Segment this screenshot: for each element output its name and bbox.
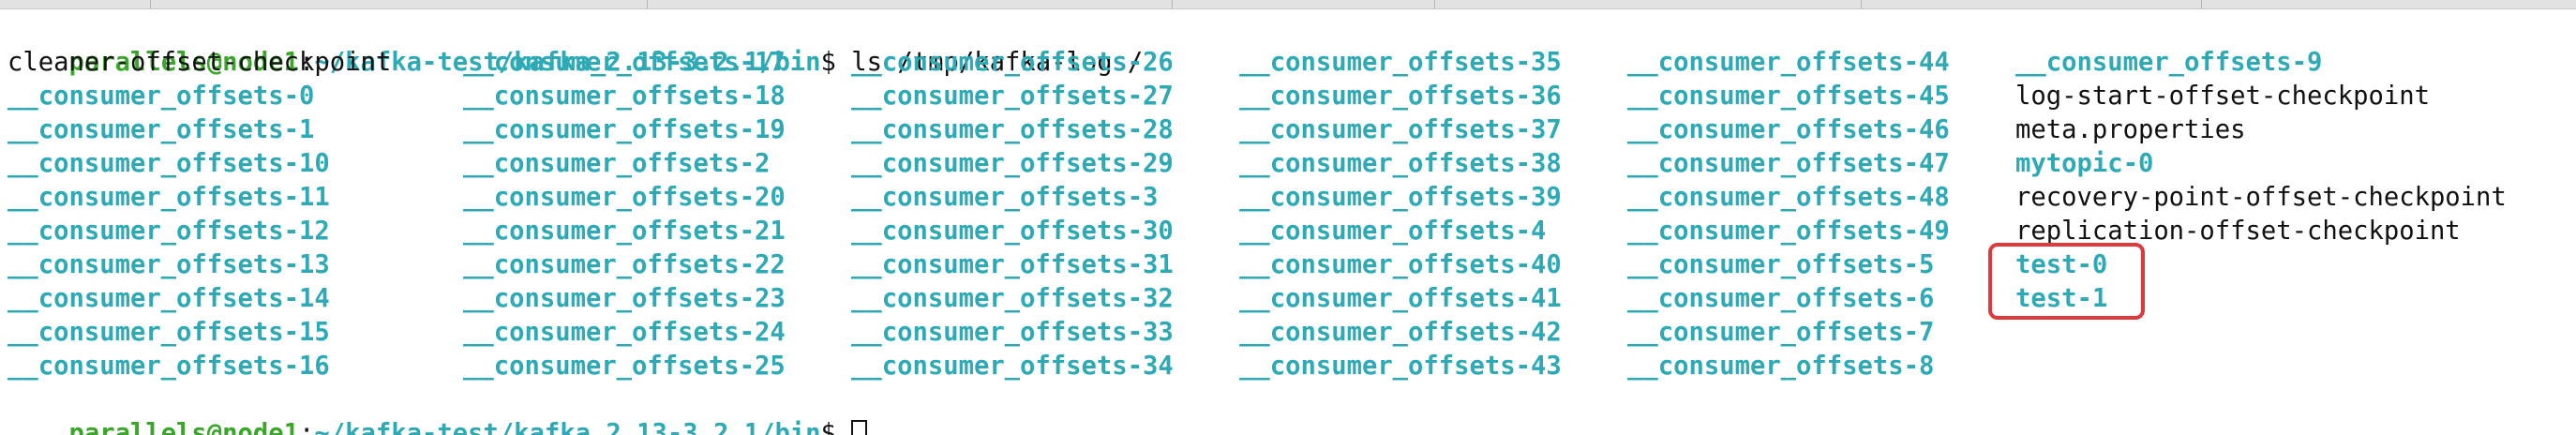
directory-entry: __consumer_offsets-36 [1239, 82, 1562, 111]
window-top-strip [0, 0, 2576, 9]
directory-entry: __consumer_offsets-15 [7, 318, 330, 347]
prompt-symbol: $ [820, 48, 852, 77]
directory-entry: __consumer_offsets-39 [1239, 183, 1562, 212]
directory-entry: __consumer_offsets-44 [1627, 48, 1950, 77]
directory-entry: __consumer_offsets-46 [1627, 115, 1950, 144]
prompt-separator: : [299, 419, 315, 435]
tab-divider [1434, 0, 1435, 8]
directory-entry: __consumer_offsets-45 [1627, 82, 1950, 111]
directory-entry: __consumer_offsets-29 [851, 149, 1174, 178]
directory-entry: __consumer_offsets-3 [851, 183, 1159, 212]
directory-entry: __consumer_offsets-11 [7, 183, 330, 212]
directory-entry: __consumer_offsets-32 [851, 284, 1174, 313]
directory-entry: __consumer_offsets-7 [1627, 318, 1935, 347]
directory-entry: __consumer_offsets-42 [1239, 318, 1562, 347]
directory-entry: __consumer_offsets-41 [1239, 284, 1562, 313]
directory-entry: mytopic-0 [2015, 149, 2154, 178]
directory-entry: __consumer_offsets-43 [1239, 352, 1562, 381]
directory-entry: __consumer_offsets-28 [851, 115, 1174, 144]
prompt-symbol: $ [820, 419, 852, 435]
directory-entry: __consumer_offsets-23 [463, 284, 786, 313]
directory-entry: __consumer_offsets-26 [851, 48, 1174, 77]
prompt-path: ~/kafka-test/kafka_2.13-3.2.1/bin [314, 419, 821, 435]
tab-divider [2201, 0, 2202, 8]
directory-entry: __consumer_offsets-30 [851, 217, 1174, 246]
directory-entry: __consumer_offsets-10 [7, 149, 330, 178]
directory-entry: __consumer_offsets-1 [7, 115, 315, 144]
directory-entry: __consumer_offsets-6 [1627, 284, 1935, 313]
directory-entry: __consumer_offsets-24 [463, 318, 786, 347]
tab-divider [150, 0, 151, 8]
directory-entry: __consumer_offsets-47 [1627, 149, 1950, 178]
terminal-window[interactable]: parallels@node1:~/kafka-test/kafka_2.13-… [0, 0, 2576, 435]
directory-entry: __consumer_offsets-38 [1239, 149, 1562, 178]
tab-divider [1861, 0, 1862, 8]
directory-entry: __consumer_offsets-34 [851, 352, 1174, 381]
directory-entry: __consumer_offsets-17 [463, 48, 786, 77]
directory-entry: __consumer_offsets-21 [463, 217, 786, 246]
tab-divider [1172, 0, 1173, 8]
directory-entry: __consumer_offsets-31 [851, 250, 1174, 279]
file-entry: recovery-point-offset-checkpoint [2015, 183, 2507, 212]
directory-entry: __consumer_offsets-4 [1239, 217, 1547, 246]
tab-divider [647, 0, 648, 8]
directory-entry: __consumer_offsets-27 [851, 82, 1174, 111]
file-entry: meta.properties [2015, 115, 2246, 144]
current-prompt-line[interactable]: parallels@node1:~/kafka-test/kafka_2.13-… [7, 383, 868, 435]
directory-entry: __consumer_offsets-49 [1627, 217, 1950, 246]
directory-entry: __consumer_offsets-0 [7, 82, 315, 111]
directory-entry: __consumer_offsets-9 [2015, 48, 2323, 77]
file-entry: cleaner-offset-checkpoint [7, 48, 392, 77]
directory-entry: __consumer_offsets-20 [463, 183, 786, 212]
directory-entry: __consumer_offsets-25 [463, 352, 786, 381]
directory-entry: __consumer_offsets-16 [7, 352, 330, 381]
prompt-user: parallels@node1 [68, 419, 300, 435]
directory-entry: __consumer_offsets-48 [1627, 183, 1950, 212]
directory-entry: __consumer_offsets-19 [463, 115, 786, 144]
directory-entry: __consumer_offsets-12 [7, 217, 330, 246]
directory-entry: __consumer_offsets-5 [1627, 250, 1935, 279]
directory-entry: __consumer_offsets-18 [463, 82, 786, 111]
directory-entry: __consumer_offsets-35 [1239, 48, 1562, 77]
directory-entry: __consumer_offsets-14 [7, 284, 330, 313]
terminal-cursor[interactable] [851, 420, 868, 435]
directory-entry: __consumer_offsets-33 [851, 318, 1174, 347]
directory-entry: __consumer_offsets-37 [1239, 115, 1562, 144]
directory-entry: __consumer_offsets-8 [1627, 352, 1935, 381]
command-line: parallels@node1:~/kafka-test/kafka_2.13-… [7, 12, 1143, 77]
directory-entry: __consumer_offsets-2 [463, 149, 771, 178]
directory-entry: __consumer_offsets-22 [463, 250, 786, 279]
directory-entry: __consumer_offsets-40 [1239, 250, 1562, 279]
directory-entry: __consumer_offsets-13 [7, 250, 330, 279]
file-entry: log-start-offset-checkpoint [2015, 82, 2430, 111]
highlight-box [1988, 243, 2145, 320]
